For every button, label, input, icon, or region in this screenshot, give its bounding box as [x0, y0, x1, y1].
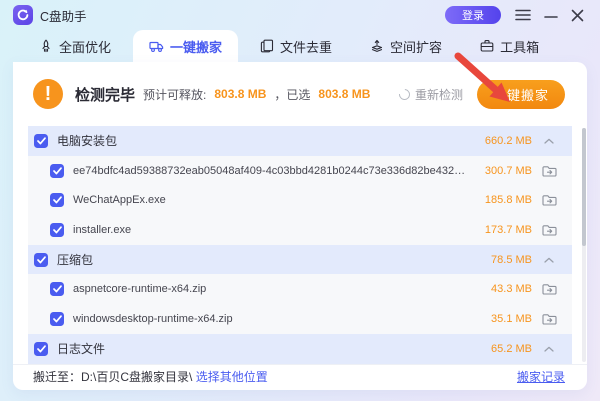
- cleanup-list: 电脑安装包 660.2 MB ee74bdfc4ad59388732eab050…: [28, 126, 572, 364]
- rocket-icon: [39, 39, 53, 53]
- menu-icon[interactable]: [515, 9, 531, 21]
- target-path: D:\百贝C盘搬家目录\: [81, 368, 192, 385]
- tab-label: 工具箱: [500, 37, 539, 56]
- close-button[interactable]: [571, 9, 584, 22]
- category-row[interactable]: 压缩包 78.5 MB: [28, 245, 572, 275]
- chevron-up-icon[interactable]: [532, 257, 566, 263]
- dedupe-doc-icon: [260, 39, 274, 53]
- checkbox-checked[interactable]: [34, 342, 48, 356]
- app-window: C盘助手 登录 全面优化 一键搬家 文件去: [0, 0, 600, 401]
- file-name: WeChatAppEx.exe: [73, 194, 468, 206]
- category-size: 78.5 MB: [468, 254, 532, 266]
- scan-status: 检测完毕: [75, 84, 135, 105]
- truck-icon: [149, 39, 164, 53]
- minimize-button[interactable]: [544, 9, 558, 21]
- recheck-button[interactable]: 重新检测: [399, 86, 463, 103]
- warning-icon: !: [33, 79, 63, 109]
- main-panel: ! 检测完毕 预计可释放: 803.8 MB ，已选 803.8 MB 重新检测…: [13, 62, 587, 390]
- tab-toolbox[interactable]: 工具箱: [464, 30, 555, 62]
- tab-one-key-move[interactable]: 一键搬家: [133, 30, 238, 62]
- file-name: installer.exe: [73, 224, 468, 236]
- file-row[interactable]: aspnetcore-runtime-x64.zip 43.3 MB: [28, 274, 572, 304]
- category-row[interactable]: 电脑安装包 660.2 MB: [28, 126, 572, 156]
- refresh-icon: [397, 86, 412, 101]
- category-row[interactable]: 日志文件 65.2 MB: [28, 334, 572, 364]
- open-folder-icon[interactable]: [532, 313, 566, 325]
- file-size: 300.7 MB: [468, 165, 532, 177]
- choose-other-location-link[interactable]: 选择其他位置: [196, 368, 268, 385]
- file-row[interactable]: windowsdesktop-runtime-x64.zip 35.1 MB: [28, 304, 572, 334]
- checkbox-checked[interactable]: [50, 282, 64, 296]
- scrollbar[interactable]: [582, 128, 586, 362]
- file-row[interactable]: WeChatAppEx.exe 185.8 MB: [28, 185, 572, 215]
- open-folder-icon[interactable]: [532, 283, 566, 295]
- one-key-move-button[interactable]: 一键搬家: [477, 80, 565, 109]
- toolbox-icon: [480, 39, 494, 53]
- footer: 搬迁至： D:\百贝C盘搬家目录\ 选择其他位置 搬家记录: [13, 364, 587, 390]
- tab-full-optimize[interactable]: 全面优化: [23, 30, 127, 62]
- checkbox-checked[interactable]: [34, 134, 48, 148]
- scan-result-header: ! 检测完毕 预计可释放: 803.8 MB ，已选 803.8 MB 重新检测…: [13, 62, 587, 126]
- file-name: ee74bdfc4ad59388732eab05048af409-4c03bbd…: [73, 165, 468, 177]
- tab-label: 文件去重: [280, 37, 332, 56]
- tab-space-expand[interactable]: 空间扩容: [354, 30, 458, 62]
- open-folder-icon[interactable]: [532, 165, 566, 177]
- checkbox-checked[interactable]: [34, 253, 48, 267]
- file-size: 43.3 MB: [468, 283, 532, 295]
- file-name: windowsdesktop-runtime-x64.zip: [73, 313, 468, 325]
- releasable-size: 803.8 MB: [214, 87, 266, 101]
- move-history-link[interactable]: 搬家记录: [517, 370, 565, 384]
- scrollbar-thumb[interactable]: [582, 128, 586, 246]
- move-to-label: 搬迁至：: [33, 368, 81, 385]
- checkbox-checked[interactable]: [50, 193, 64, 207]
- open-folder-icon[interactable]: [532, 194, 566, 206]
- checkbox-checked[interactable]: [50, 312, 64, 326]
- file-size: 173.7 MB: [468, 224, 532, 236]
- open-folder-icon[interactable]: [532, 224, 566, 236]
- category-label: 压缩包: [57, 251, 468, 268]
- file-row[interactable]: installer.exe 173.7 MB: [28, 215, 572, 245]
- expand-icon: [370, 39, 384, 53]
- category-label: 电脑安装包: [57, 132, 468, 149]
- file-name: aspnetcore-runtime-x64.zip: [73, 283, 468, 295]
- category-label: 日志文件: [57, 340, 468, 357]
- app-logo-icon: [13, 5, 33, 25]
- category-size: 660.2 MB: [468, 135, 532, 147]
- releasable-label: 预计可释放:: [143, 86, 206, 103]
- tab-bar: 全面优化 一键搬家 文件去重 空间扩容 工具箱: [13, 30, 587, 62]
- app-title: C盘助手: [40, 6, 87, 25]
- category-size: 65.2 MB: [468, 343, 532, 355]
- file-size: 185.8 MB: [468, 194, 532, 206]
- recheck-label: 重新检测: [415, 86, 463, 103]
- tab-file-dedupe[interactable]: 文件去重: [244, 30, 348, 62]
- tab-label: 一键搬家: [170, 37, 222, 56]
- tab-label: 空间扩容: [390, 37, 442, 56]
- titlebar: C盘助手 登录: [0, 0, 600, 30]
- checkbox-checked[interactable]: [50, 223, 64, 237]
- login-button[interactable]: 登录: [445, 6, 501, 24]
- selected-size: 803.8 MB: [318, 87, 370, 101]
- selected-label: ，已选: [274, 86, 310, 103]
- chevron-up-icon[interactable]: [532, 346, 566, 352]
- file-size: 35.1 MB: [468, 313, 532, 325]
- checkbox-checked[interactable]: [50, 164, 64, 178]
- chevron-up-icon[interactable]: [532, 138, 566, 144]
- tab-label: 全面优化: [59, 37, 111, 56]
- file-row[interactable]: ee74bdfc4ad59388732eab05048af409-4c03bbd…: [28, 156, 572, 186]
